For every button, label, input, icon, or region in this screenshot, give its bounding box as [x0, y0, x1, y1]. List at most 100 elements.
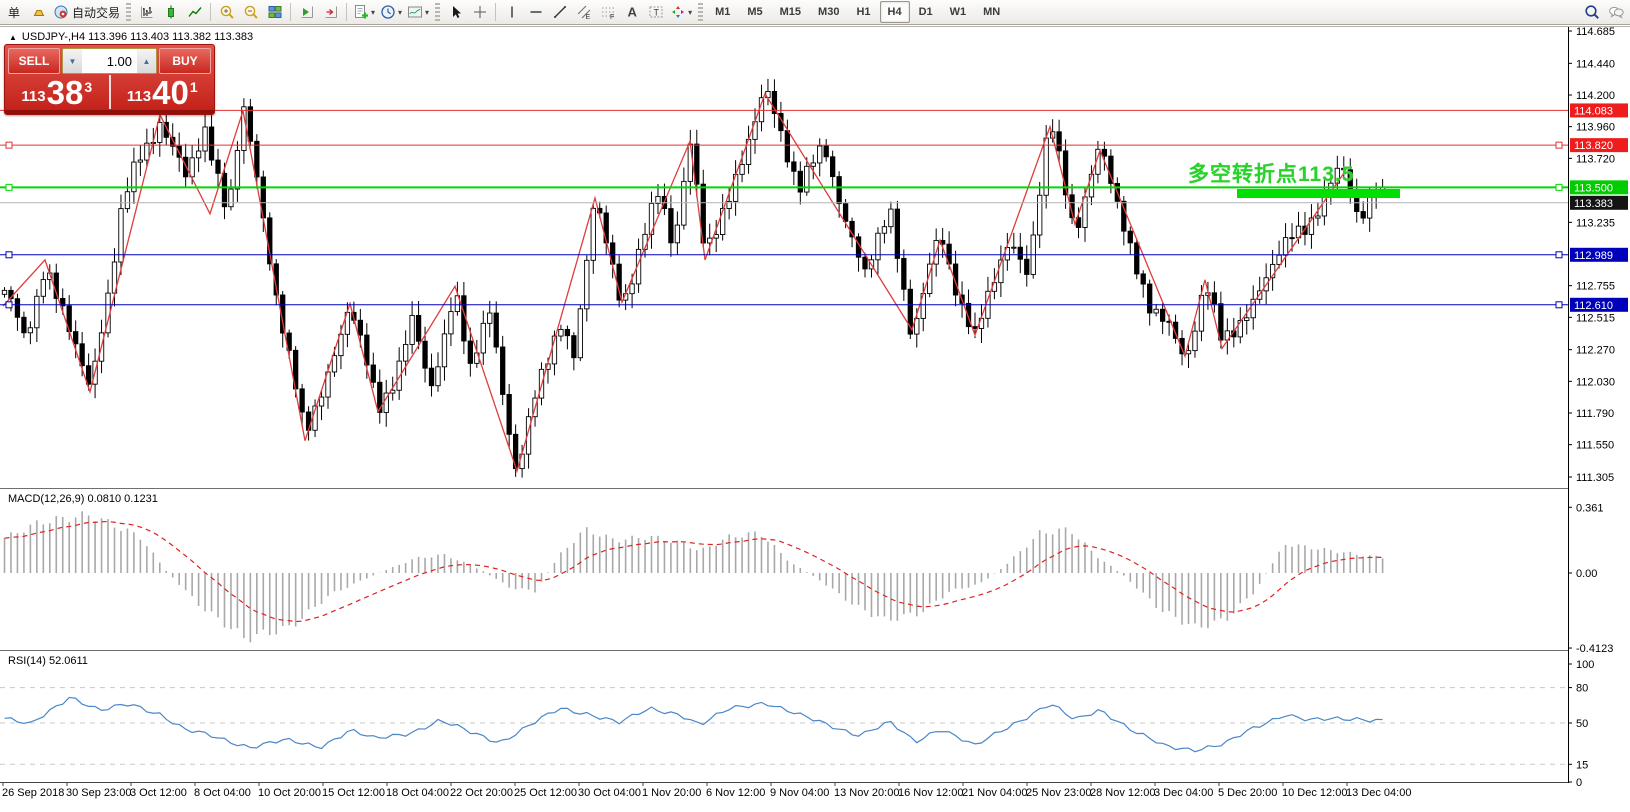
line-chart-button[interactable]: [183, 2, 206, 23]
vertical-line-button[interactable]: [500, 2, 523, 23]
chat-icon[interactable]: [1604, 2, 1627, 23]
timeframe-button-h1[interactable]: H1: [848, 1, 878, 23]
svg-text:111.550: 111.550: [1576, 440, 1614, 452]
channel-button[interactable]: E: [572, 2, 595, 23]
svg-text:111.790: 111.790: [1576, 408, 1614, 420]
hline-handle[interactable]: [1556, 302, 1562, 308]
dropdown-caret-icon[interactable]: ▾: [425, 8, 429, 17]
autotrading-button[interactable]: 自动交易: [51, 2, 122, 23]
bar-chart-button[interactable]: [135, 2, 158, 23]
horizontal-line-button[interactable]: [524, 2, 547, 23]
svg-text:T: T: [653, 8, 659, 18]
main-toolbar: 单 自动交易 ▾ ▾ ▾ EFA T ▾ M1M5M15M30H1H4D1W1MN: [0, 0, 1630, 25]
text-label-button[interactable]: T: [644, 2, 667, 23]
svg-text:16 Nov 12:00: 16 Nov 12:00: [898, 787, 963, 799]
mt4-terminal: { "toolbar": { "partial_order_label": "单…: [0, 0, 1630, 812]
timeframe-button-m30[interactable]: M30: [810, 1, 847, 23]
svg-text:113.820: 113.820: [1574, 140, 1613, 152]
svg-text:3 Dec 04:00: 3 Dec 04:00: [1154, 787, 1213, 799]
dropdown-caret-icon[interactable]: ▾: [371, 8, 375, 17]
timeframe-button-h4[interactable]: H4: [880, 1, 910, 23]
buy-price-main: 40: [152, 79, 189, 107]
crosshair-button[interactable]: [468, 2, 491, 23]
sell-price-pip: 3: [84, 79, 92, 95]
toolbar-separator: [290, 3, 291, 21]
zoom-in-button[interactable]: [215, 2, 238, 23]
hline-handle[interactable]: [6, 252, 12, 258]
text-button[interactable]: A: [620, 2, 643, 23]
timeframe-button-m15[interactable]: M15: [772, 1, 809, 23]
dropdown-caret-icon[interactable]: ▾: [688, 8, 692, 17]
annotation-highlight-bar[interactable]: [1237, 189, 1400, 198]
svg-text:113.720: 113.720: [1576, 153, 1615, 165]
candlestick-chart-button[interactable]: [159, 2, 182, 23]
search-icon[interactable]: [1580, 2, 1603, 23]
chart-annotation-text[interactable]: 多空转折点113.5: [1188, 158, 1354, 188]
timeframe-button-m5[interactable]: M5: [739, 1, 770, 23]
svg-text:113.383: 113.383: [1574, 198, 1613, 210]
volume-increase-button[interactable]: ▲: [137, 49, 156, 73]
svg-text:30 Sep 23:00: 30 Sep 23:00: [66, 787, 131, 799]
volume-decrease-button[interactable]: ▼: [63, 49, 82, 73]
svg-text:113.960: 113.960: [1576, 122, 1615, 134]
svg-text:50: 50: [1576, 718, 1588, 730]
svg-text:25 Nov 23:00: 25 Nov 23:00: [1026, 787, 1091, 799]
buy-price-display[interactable]: 113 40 1: [111, 75, 215, 109]
chart-ohlc-values: 113.396 113.403 113.382 113.383: [88, 31, 253, 43]
cursor-button[interactable]: [444, 2, 467, 23]
svg-text:112.515: 112.515: [1576, 312, 1615, 324]
timeframe-button-mn[interactable]: MN: [975, 1, 1008, 23]
hline-handle[interactable]: [6, 184, 12, 190]
fibonacci-button[interactable]: F: [596, 2, 619, 23]
svg-text:1 Nov 20:00: 1 Nov 20:00: [642, 787, 701, 799]
tile-windows-button[interactable]: [263, 2, 286, 23]
trendline-button[interactable]: [548, 2, 571, 23]
auto-scroll-button[interactable]: [295, 2, 318, 23]
zoom-out-button[interactable]: [239, 2, 262, 23]
svg-text:111.305: 111.305: [1576, 472, 1614, 484]
hline-handle[interactable]: [1556, 184, 1562, 190]
svg-text:13 Dec 04:00: 13 Dec 04:00: [1346, 787, 1411, 799]
toolbar-grip: [698, 3, 703, 21]
macd-label: MACD(12,26,9) 0.0810 0.1231: [8, 493, 158, 505]
chart-title: ▲ USDJPY-,H4 113.396 113.403 113.382 113.…: [9, 31, 253, 43]
hline-handle[interactable]: [1556, 142, 1562, 148]
svg-text:8 Oct 04:00: 8 Oct 04:00: [194, 787, 251, 799]
sell-price-prefix: 113: [21, 88, 45, 105]
indicators-button[interactable]: ▾: [351, 2, 377, 23]
collapse-marker-icon[interactable]: ▲: [9, 33, 17, 42]
toolbar-grip: [435, 3, 440, 21]
new-order-button-partial[interactable]: 单: [3, 2, 26, 23]
hline-handle[interactable]: [6, 142, 12, 148]
svg-text:0: 0: [1576, 777, 1582, 789]
buy-price-prefix: 113: [127, 88, 151, 105]
svg-text:114.685: 114.685: [1576, 26, 1615, 38]
hline-handle[interactable]: [1556, 252, 1562, 258]
svg-text:112.270: 112.270: [1576, 345, 1615, 357]
timeframe-button-w1[interactable]: W1: [942, 1, 975, 23]
hline-handle[interactable]: [6, 302, 12, 308]
svg-text:114.200: 114.200: [1576, 90, 1615, 102]
gold-ingot-icon[interactable]: [27, 2, 50, 23]
svg-text:3 Oct 12:00: 3 Oct 12:00: [130, 787, 187, 799]
chart-symbol-label: USDJPY-,H4: [22, 31, 85, 43]
svg-text:112.755: 112.755: [1576, 281, 1615, 293]
sell-price-display[interactable]: 113 38 3: [5, 75, 109, 109]
templates-button[interactable]: ▾: [405, 2, 431, 23]
chart-shift-button[interactable]: [319, 2, 342, 23]
arrows-button[interactable]: ▾: [668, 2, 694, 23]
svg-text:113.235: 113.235: [1576, 217, 1615, 229]
svg-text:A: A: [627, 5, 637, 20]
chart-canvas[interactable]: 114.685114.440114.200113.960113.720113.2…: [0, 25, 1630, 812]
sell-price-main: 38: [47, 79, 84, 107]
svg-text:13 Nov 20:00: 13 Nov 20:00: [834, 787, 899, 799]
dropdown-caret-icon[interactable]: ▾: [398, 8, 402, 17]
volume-input[interactable]: [82, 49, 137, 73]
sell-button[interactable]: SELL: [8, 48, 60, 74]
timeframe-button-m1[interactable]: M1: [707, 1, 738, 23]
svg-text:113.500: 113.500: [1574, 182, 1613, 194]
timeframe-button-d1[interactable]: D1: [911, 1, 941, 23]
buy-button[interactable]: BUY: [159, 48, 211, 74]
periods-button[interactable]: ▾: [378, 2, 404, 23]
svg-text:0.361: 0.361: [1576, 502, 1604, 514]
